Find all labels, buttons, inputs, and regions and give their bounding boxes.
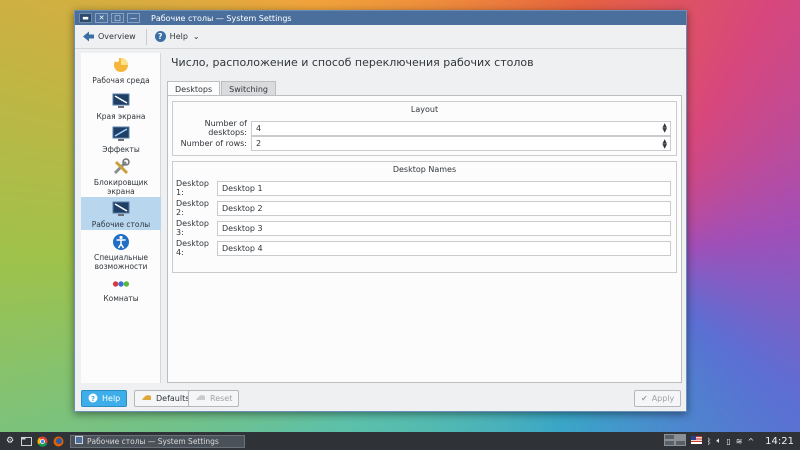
help-icon: ? xyxy=(154,31,166,42)
reset-button-label: Reset xyxy=(210,394,233,403)
number-of-rows-row: Number of rows: 2 ▲ ▼ xyxy=(173,136,671,151)
spin-arrows-icon[interactable]: ▲ ▼ xyxy=(662,123,667,134)
clipboard-icon[interactable]: ▯ xyxy=(726,437,730,446)
toolbar: Overview ? Help ⌄ xyxy=(75,25,686,49)
sidebar-item-screen-edges[interactable]: Края экрана xyxy=(81,89,161,122)
desktop-name-row: Desktop 2: Desktop 2 xyxy=(176,199,671,217)
help-menu-label: Help xyxy=(169,32,188,41)
activities-icon xyxy=(112,276,130,292)
desktop-4-name-input[interactable]: Desktop 4 xyxy=(217,240,671,256)
svg-text:?: ? xyxy=(91,395,95,403)
help-icon: ? xyxy=(88,393,98,405)
sidebar-item-screen-locker[interactable]: Блокировщик экрана xyxy=(81,155,161,197)
desktop-name-row: Desktop 4: Desktop 4 xyxy=(176,239,671,257)
number-of-rows-spinbox[interactable]: 2 ▲ ▼ xyxy=(251,136,671,151)
sidebar-item-virtual-desktops[interactable]: Рабочие столы xyxy=(81,197,161,230)
back-arrow-icon xyxy=(83,31,94,42)
close-button[interactable]: ✕ xyxy=(95,13,108,23)
sidebar-item-label: Рабочая среда xyxy=(92,76,150,85)
desktop-name-label: Desktop 2: xyxy=(176,199,209,217)
window-title: Рабочие столы — System Settings xyxy=(151,13,292,23)
clock[interactable]: 14:21 xyxy=(765,436,794,447)
effects-icon xyxy=(112,125,130,143)
sidebar-item-label: Комнаты xyxy=(103,294,139,303)
system-settings-icon xyxy=(75,436,83,446)
toolbar-separator xyxy=(145,28,147,45)
number-of-desktops-row: Number of desktops: 4 ▲ ▼ xyxy=(173,119,671,137)
application-launcher-icon[interactable]: ⚙ xyxy=(4,435,16,447)
overview-button[interactable]: Overview xyxy=(83,31,136,42)
desktop-names-group: Desktop Names Desktop 1: Desktop 1 Deskt… xyxy=(172,161,677,273)
number-of-desktops-spinbox[interactable]: 4 ▲ ▼ xyxy=(251,120,671,136)
chrome-browser-icon[interactable] xyxy=(36,435,48,447)
number-of-desktops-value: 4 xyxy=(256,123,262,133)
screen-locker-icon xyxy=(112,158,130,176)
help-menu-button[interactable]: ? Help ⌄ xyxy=(154,31,200,42)
desktop-3-name-input[interactable]: Desktop 3 xyxy=(217,220,671,236)
sidebar-item-effects[interactable]: Эффекты xyxy=(81,122,161,155)
page-title: Число, расположение и способ переключени… xyxy=(171,56,534,69)
spin-arrows-icon[interactable]: ▲ ▼ xyxy=(662,138,667,149)
window-titlebar[interactable]: ▬ ✕ □ — Рабочие столы — System Settings xyxy=(75,11,686,25)
desktops-tab-panel: Layout Number of desktops: 4 ▲ ▼ Number o… xyxy=(167,95,682,383)
task-title: Рабочие столы — System Settings xyxy=(87,436,219,446)
sidebar-item-label: Специальные возможности xyxy=(94,253,148,271)
desktop-name-row: Desktop 1: Desktop 1 xyxy=(176,179,671,197)
sidebar-item-accessibility[interactable]: Специальные возможности xyxy=(81,230,161,273)
desktop-name-label: Desktop 1: xyxy=(176,179,209,197)
apply-button[interactable]: ✔ Apply xyxy=(634,390,682,407)
apply-button-label: Apply xyxy=(651,394,675,403)
reset-button[interactable]: Reset xyxy=(188,390,240,407)
system-settings-window: ▬ ✕ □ — Рабочие столы — System Settings … xyxy=(74,10,687,412)
sidebar-item-label: Блокировщик экрана xyxy=(93,178,149,196)
number-of-desktops-label: Number of desktops: xyxy=(204,119,247,137)
taskbar: ⚙ Рабочие столы — System Settings ᛒ 🔈︎ ▯… xyxy=(0,432,800,450)
system-tray: ᛒ 🔈︎ ▯ ≋ ^ 14:21 xyxy=(663,432,794,450)
taskbar-task-system-settings[interactable]: Рабочие столы — System Settings xyxy=(70,434,245,448)
firefox-browser-icon[interactable] xyxy=(52,435,64,447)
layout-group-title: Layout xyxy=(410,105,439,114)
minimize-button[interactable]: — xyxy=(127,13,140,23)
chevron-down-icon: ⌄ xyxy=(192,32,200,41)
number-of-rows-label: Number of rows: xyxy=(180,139,247,148)
layout-group: Layout Number of desktops: 4 ▲ ▼ Number o… xyxy=(172,101,677,156)
desktop-1-name-input[interactable]: Desktop 1 xyxy=(217,180,671,196)
help-button-label: Help xyxy=(102,394,121,403)
file-manager-icon[interactable] xyxy=(20,435,32,447)
overview-label: Overview xyxy=(98,32,136,41)
desktop-name-label: Desktop 4: xyxy=(176,239,209,257)
keyboard-layout-flag-icon[interactable] xyxy=(690,436,702,446)
network-icon[interactable]: ≋ xyxy=(736,437,743,446)
expand-tray-icon[interactable]: ^ xyxy=(747,437,754,446)
checkmark-icon: ✔ xyxy=(641,394,648,403)
volume-icon[interactable]: 🔈︎ xyxy=(717,436,722,446)
help-button[interactable]: ? Help xyxy=(81,390,128,407)
bluetooth-icon[interactable]: ᛒ xyxy=(707,437,712,446)
sidebar-item-label: Эффекты xyxy=(102,145,140,154)
defaults-icon xyxy=(141,393,152,404)
number-of-rows-value: 2 xyxy=(256,139,262,148)
desktop-name-row: Desktop 3: Desktop 3 xyxy=(176,219,671,237)
sidebar-item-workspace[interactable]: Рабочая среда xyxy=(81,53,161,89)
pager-icon[interactable] xyxy=(663,434,686,448)
sidebar-item-label: Рабочие столы xyxy=(91,220,151,229)
virtual-desktops-icon xyxy=(112,200,130,218)
category-sidebar: Рабочая среда Края экрана Эффекты Блокир… xyxy=(81,53,161,383)
desktop-name-label: Desktop 3: xyxy=(176,219,209,237)
defaults-button-label: Defaults xyxy=(156,394,190,403)
desktop-names-group-title: Desktop Names xyxy=(392,165,457,174)
workspace-icon xyxy=(112,56,130,74)
maximize-button[interactable]: □ xyxy=(111,13,124,23)
sidebar-item-label: Края экрана xyxy=(96,112,146,121)
reset-icon xyxy=(195,393,206,404)
accessibility-icon xyxy=(112,233,130,251)
window-menu-button[interactable]: ▬ xyxy=(79,13,92,23)
desktop-2-name-input[interactable]: Desktop 2 xyxy=(217,200,671,216)
screen-edges-icon xyxy=(112,92,130,110)
sidebar-item-activities[interactable]: Комнаты xyxy=(81,273,161,303)
